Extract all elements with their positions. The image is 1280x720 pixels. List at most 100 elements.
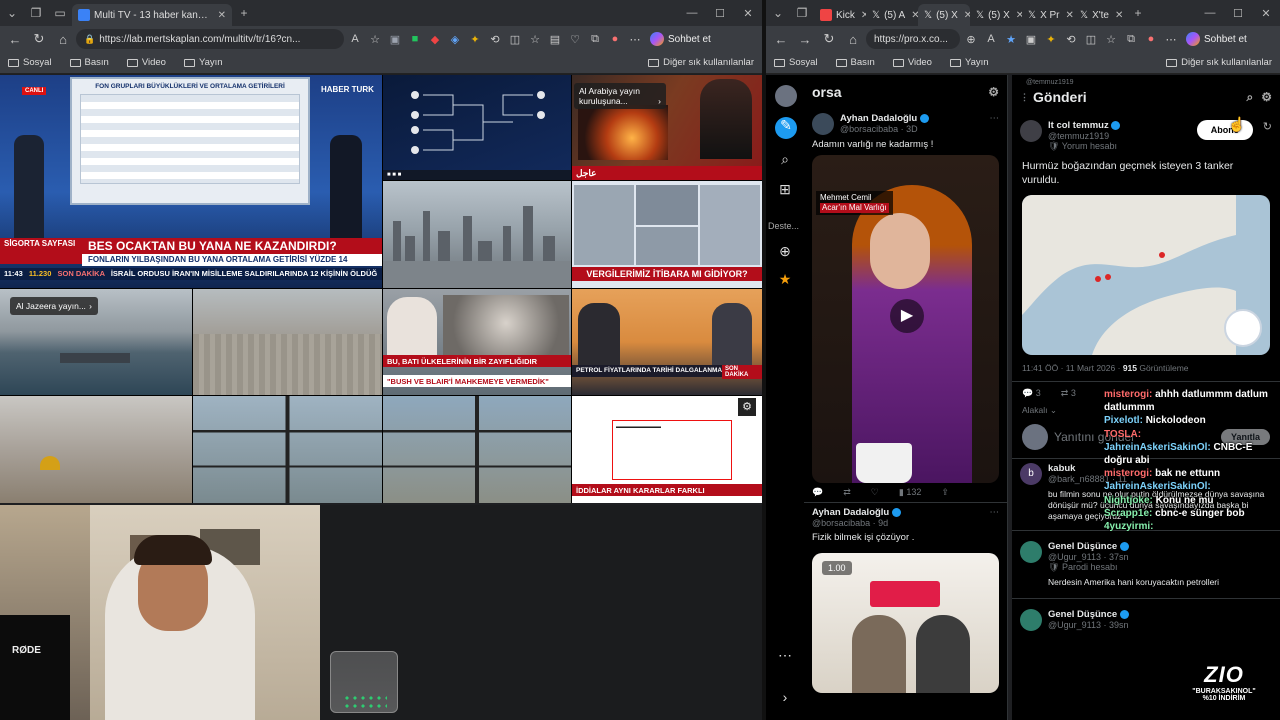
url-field[interactable]: 🔒 https://lab.mertskaplan.com/multitv/tr… <box>76 29 344 49</box>
tv-cell-aljazeera[interactable]: Al Jazeera yayın... › <box>0 289 192 395</box>
tweet[interactable]: Ayhan Dadaloğlu @borsacibaba · 3D ⋯ Adam… <box>804 109 1007 502</box>
home-icon[interactable]: ⌂ <box>52 32 74 47</box>
extensions-icon[interactable]: ⧉ <box>586 33 604 46</box>
favorites-icon[interactable]: ☆ <box>1102 33 1120 46</box>
author-handle[interactable]: @Ugur_9113 · 39sn <box>1048 620 1129 630</box>
profile-avatar-icon[interactable]: ● <box>1142 33 1160 45</box>
forward-icon[interactable]: → <box>794 32 816 47</box>
gear-icon[interactable]: ⚙ <box>738 398 756 416</box>
avatar[interactable] <box>1020 541 1042 564</box>
new-tab-icon[interactable]: + <box>1126 0 1150 26</box>
author-handle[interactable]: @temmuz1919 <box>1048 131 1120 141</box>
back-icon[interactable]: ← <box>4 32 26 47</box>
author-name[interactable]: Ayhan Dadaloğlu <box>812 507 889 518</box>
extension-5-icon[interactable]: ✦ <box>1042 33 1060 46</box>
minimize-icon[interactable]: — <box>678 7 706 20</box>
tv-cell-haberturk[interactable]: FON GRUPLARI BÜYÜKLÜKLERİ VE ORTALAMA GE… <box>0 75 382 288</box>
extension-6-icon[interactable]: ⟲ <box>486 33 504 46</box>
new-tab-icon[interactable]: + <box>232 0 256 26</box>
deck-add-icon[interactable]: ⊕ <box>775 243 795 263</box>
reply-tweet[interactable]: Genel Düşünce @Ugur_9113 · 39sn <box>1012 599 1280 637</box>
tab-kick[interactable]: Kick ✕ <box>814 4 866 26</box>
tv-cell-petrol[interactable]: PETROL FİYATLARINDA TARİHİ DALGALANMA SO… <box>572 289 762 395</box>
tab-actions-icon[interactable]: ⌄ <box>766 0 790 26</box>
other-favorites[interactable]: Diğer sık kullanılanlar <box>648 57 754 68</box>
compose-icon[interactable]: ✎ <box>775 117 797 139</box>
workspaces-icon[interactable]: ❐ <box>790 0 814 26</box>
author-name[interactable]: Ayhan Dadaloğlu <box>840 113 917 124</box>
extension-5-icon[interactable]: ✦ <box>466 33 484 46</box>
profile-avatar-icon[interactable]: ● <box>606 33 624 45</box>
tv-cell-webcam-grid-1[interactable] <box>193 396 382 503</box>
tv-cell-jerusalem[interactable] <box>0 396 192 503</box>
search-icon[interactable]: ⌕ <box>775 151 795 171</box>
reply-tweet[interactable]: Genel Düşünce @Ugur_9113 · 37sn 🛡 Parodi… <box>1012 531 1280 600</box>
zoom-icon[interactable]: ⊕ <box>962 33 980 46</box>
tab-x-2[interactable]: 𝕏 (5) X ✕ <box>918 4 970 26</box>
star-icon[interactable]: ★ <box>775 271 795 291</box>
tv-cell-bati[interactable]: BU, BATI ÜLKELERİNİN BİR ZAYIFLIĞIDIR "B… <box>383 289 571 395</box>
close-window-icon[interactable]: ✕ <box>734 7 762 20</box>
collections-icon[interactable]: ▤ <box>546 33 564 46</box>
extensions-icon[interactable]: ⧉ <box>1122 33 1140 46</box>
extension-2-icon[interactable]: ■ <box>406 33 424 45</box>
more-icon[interactable]: ⋯ <box>775 647 795 667</box>
favorites-icon[interactable]: ☆ <box>526 33 544 46</box>
tweet-video[interactable]: 1.00 <box>812 552 999 693</box>
alarabiya-overlay[interactable]: Al Arabiya yayın kuruluşuna... › <box>574 83 666 109</box>
favorite-star-icon[interactable]: ☆ <box>366 33 384 46</box>
more-icon[interactable]: ⋯ <box>990 507 1000 528</box>
tab-overview-icon[interactable]: ▭ <box>48 0 72 26</box>
author-handle[interactable]: @borsacibaba · 3D <box>840 124 929 134</box>
bookmark-folder-video[interactable]: Video <box>126 57 166 68</box>
author-handle[interactable]: @Ugur_9113 · 37sn <box>1048 552 1129 562</box>
tab-multitv[interactable]: Multi TV - 13 haber kanalını aynı a ✕ <box>72 4 232 26</box>
author-handle[interactable]: @borsacibaba · 9d <box>812 518 901 528</box>
bookmark-folder-yayin[interactable]: Yayın <box>949 57 989 68</box>
drag-handle-icon[interactable]: ⋮ <box>1020 92 1029 103</box>
close-tab-icon[interactable]: ✕ <box>1115 10 1123 21</box>
copilot-button[interactable]: Sohbet et <box>646 32 715 46</box>
author-name[interactable]: Genel Düşünce <box>1048 541 1117 552</box>
read-aloud-icon[interactable]: A <box>346 33 364 45</box>
extension-1-icon[interactable]: ▣ <box>386 33 404 46</box>
retweet-action[interactable]: ⇄ 3 <box>1061 388 1076 399</box>
tv-cell-skyline[interactable] <box>383 181 571 288</box>
search-icon[interactable]: ⌕ <box>1247 90 1254 105</box>
avatar[interactable] <box>1020 120 1042 142</box>
other-favorites[interactable]: Diğer sık kullanılanlar <box>1166 57 1272 68</box>
tweet-map-image[interactable] <box>1022 195 1270 356</box>
tab-x-te[interactable]: 𝕏 X'te ✕ <box>1074 4 1126 26</box>
minimize-icon[interactable]: — <box>1196 7 1224 20</box>
tab-x-3[interactable]: 𝕏 (5) X ✕ <box>970 4 1022 26</box>
tab-x-pro[interactable]: 𝕏X Pr ✕ <box>1022 4 1074 26</box>
expand-icon[interactable]: › <box>775 689 795 709</box>
column-settings-icon[interactable]: ⚙ <box>1261 90 1272 104</box>
more-icon[interactable]: ⋯ <box>990 113 1000 135</box>
home-icon[interactable]: ⌂ <box>842 32 864 47</box>
url-field[interactable]: https://pro.x.co... <box>866 29 960 49</box>
aljazeera-overlay[interactable]: Al Jazeera yayın... › <box>10 297 98 315</box>
retweet-icon[interactable]: ⇄ <box>843 487 851 498</box>
maximize-icon[interactable]: ☐ <box>1224 7 1252 20</box>
share-icon[interactable]: ⇪ <box>941 487 949 498</box>
more-menu-icon[interactable]: ⋯ <box>626 33 644 46</box>
reply-action[interactable]: 💬 3 <box>1022 388 1041 399</box>
extension-4-icon[interactable]: ◈ <box>446 33 464 46</box>
close-tab-icon[interactable]: ✕ <box>911 10 918 21</box>
like-icon[interactable]: ♡ <box>871 487 879 498</box>
column-settings-icon[interactable]: ⚙ <box>988 85 999 99</box>
avatar[interactable]: b <box>1020 463 1042 486</box>
author-name[interactable]: Genel Düşünce <box>1048 609 1117 620</box>
read-aloud-icon[interactable]: A <box>982 33 1000 45</box>
video-speed[interactable]: 1.00 <box>822 560 852 575</box>
bookmark-folder-sosyal[interactable]: Sosyal <box>8 57 52 68</box>
tv-cell-bracket[interactable]: ■ ■ ■ <box>383 75 571 180</box>
profile-avatar[interactable] <box>775 85 797 107</box>
tab-actions-icon[interactable]: ⌄ <box>0 0 24 26</box>
refresh-icon[interactable]: ↻ <box>28 31 50 47</box>
more-menu-icon[interactable]: ⋯ <box>1162 33 1180 46</box>
bookmark-folder-sosyal[interactable]: Sosyal <box>774 57 818 68</box>
tweet[interactable]: Ayhan Dadaloğlu @borsacibaba · 9d ⋯ Fizi… <box>804 502 1007 693</box>
extension-6-icon[interactable]: ⟲ <box>1062 33 1080 46</box>
